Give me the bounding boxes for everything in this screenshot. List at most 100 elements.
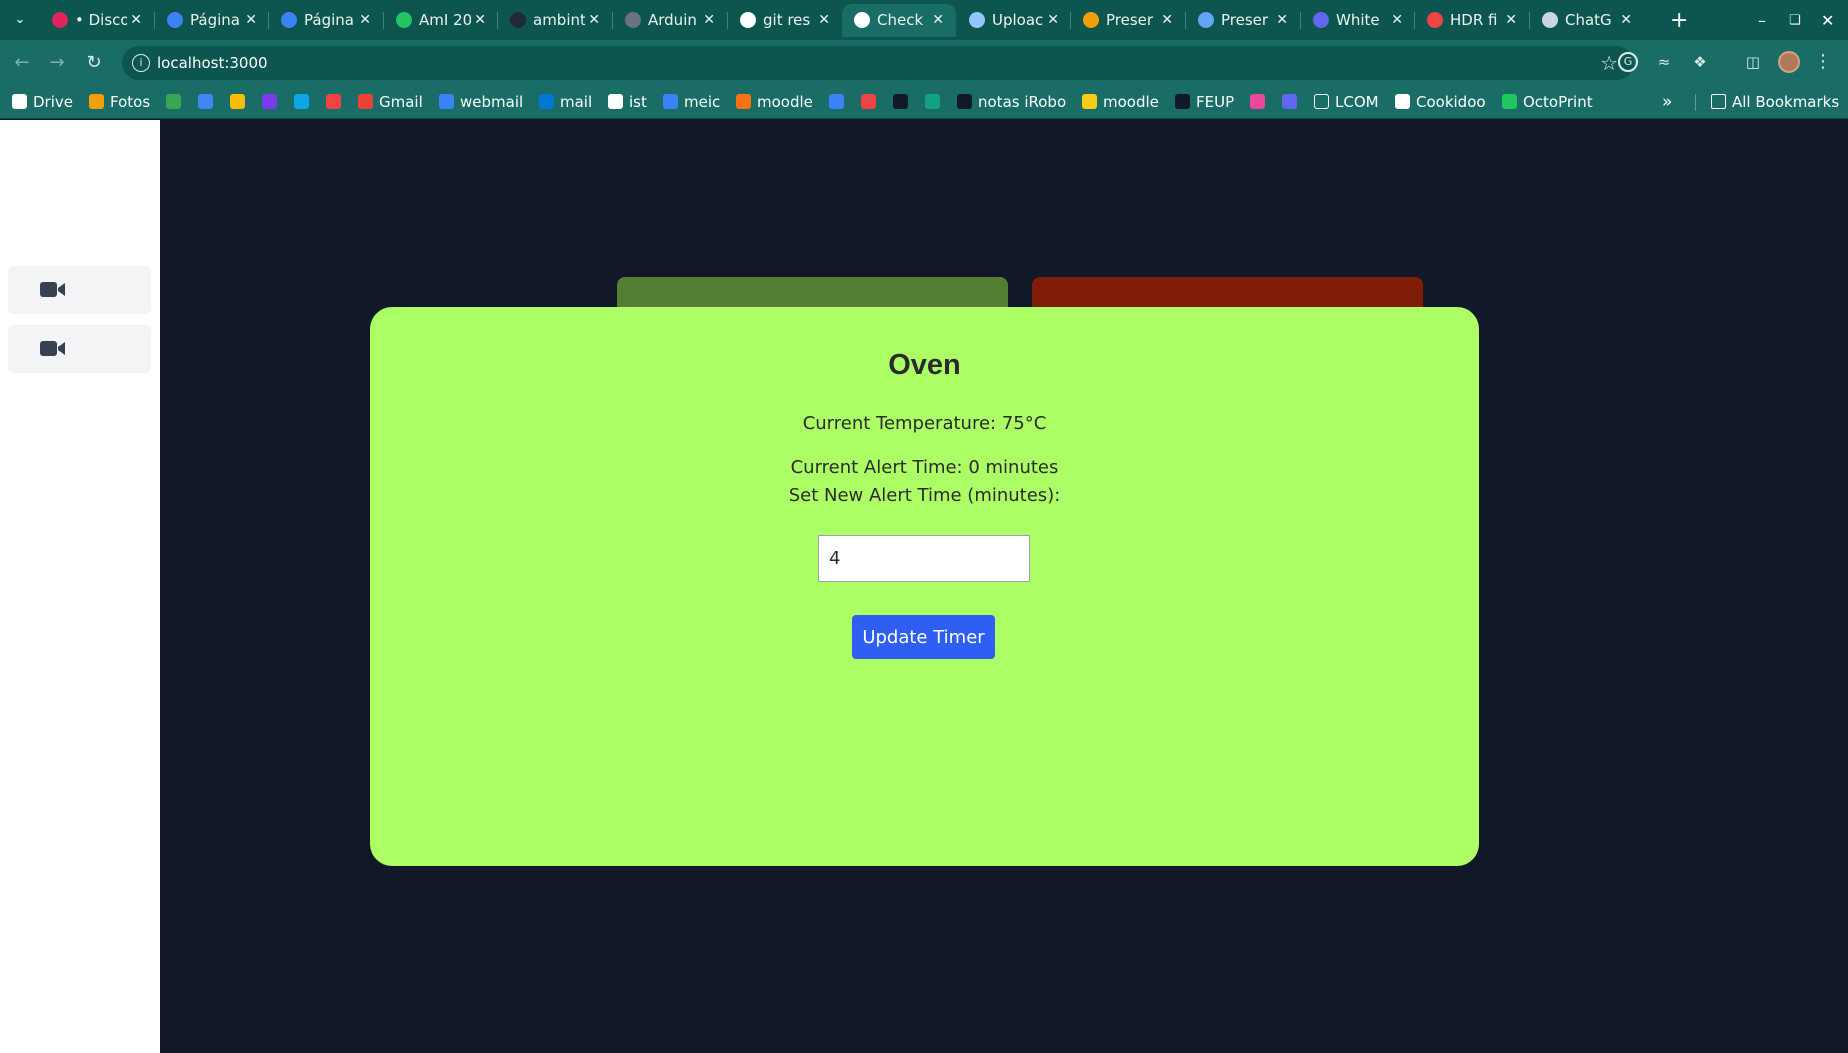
address-bar[interactable]: i localhost:3000 ☆ [122,46,1634,80]
browser-tab[interactable]: git res ✕ [728,4,842,37]
bookmark-favicon-icon [736,94,751,109]
bookmark-item[interactable]: meic [663,85,720,119]
close-tab-icon[interactable]: ✕ [932,4,944,37]
bookmark-item[interactable]: LCOM [1314,85,1379,119]
bookmark-item[interactable]: notas iRobo [957,85,1066,119]
url-text[interactable]: localhost:3000 [157,46,268,80]
close-tab-icon[interactable]: ✕ [1505,4,1517,37]
bookmark-item[interactable]: mail [539,85,592,119]
bookmark-item[interactable] [326,85,341,119]
bookmark-favicon-icon [957,94,972,109]
sidebar-camera-button-2[interactable] [8,325,151,373]
more-bookmarks-chevron-icon[interactable]: » [1662,85,1672,119]
side-panel-icon[interactable]: ◫ [1743,52,1763,72]
bookmark-item[interactable] [1250,85,1265,119]
bookmark-item[interactable]: Fotos [89,85,150,119]
bookmark-item[interactable] [925,85,940,119]
close-window-button[interactable]: ✕ [1821,4,1834,37]
bookmark-item[interactable]: moodle [736,85,813,119]
browser-tab[interactable]: Página ✕ [269,4,383,37]
bookmark-item[interactable] [198,85,213,119]
extension-wave-icon[interactable]: ≈ [1654,52,1674,72]
bookmark-item[interactable] [861,85,876,119]
reload-button[interactable]: ↻ [80,49,108,77]
tab-separator [383,12,384,29]
bookmark-favicon-icon [326,94,341,109]
close-tab-icon[interactable]: ✕ [245,4,257,37]
browser-tab[interactable]: ambint ✕ [498,4,612,37]
browser-tab[interactable]: White ✕ [1301,4,1415,37]
close-tab-icon[interactable]: ✕ [1161,4,1173,37]
site-info-icon[interactable]: i [132,54,150,72]
close-tab-icon[interactable]: ✕ [1620,4,1632,37]
tab-separator [497,12,498,29]
tab-separator [612,12,613,29]
browser-toolbar: ← → ↻ i localhost:3000 ☆ G ≈ ❖ ◫ ⋮ [0,40,1848,85]
close-tab-icon[interactable]: ✕ [1276,4,1288,37]
close-tab-icon[interactable]: ✕ [1047,4,1059,37]
bookmark-star-icon[interactable]: ☆ [1600,46,1618,80]
browser-tab[interactable]: ChatG ✕ [1530,4,1644,37]
close-tab-icon[interactable]: ✕ [474,4,486,37]
forward-button[interactable]: → [43,49,71,77]
tab-favicon-icon [396,12,412,28]
bookmark-favicon-icon [1175,94,1190,109]
browser-tab[interactable]: Arduin ✕ [613,4,727,37]
bookmark-item[interactable]: Gmail [358,85,423,119]
close-tab-icon[interactable]: ✕ [1391,4,1403,37]
tab-separator [1070,12,1071,29]
bookmark-item[interactable]: ist [608,85,647,119]
minimize-button[interactable]: – [1758,4,1766,37]
grammarly-extension-icon[interactable]: G [1618,52,1638,72]
bookmark-item[interactable]: webmail [439,85,523,119]
profile-avatar[interactable] [1778,51,1800,73]
browser-tab[interactable]: • Disco ✕ [40,4,154,37]
browser-tab[interactable]: Uploac ✕ [957,4,1071,37]
browser-tab[interactable]: AmI 20 ✕ [384,4,498,37]
bookmark-favicon-icon [166,94,181,109]
browser-tab[interactable]: Página ✕ [155,4,269,37]
alert-time-input[interactable] [818,535,1030,582]
bookmark-item[interactable]: Drive [12,85,73,119]
bookmark-item[interactable] [829,85,844,119]
bookmark-item[interactable]: FEUP [1175,85,1234,119]
browser-tab[interactable]: Preser ✕ [1071,4,1185,37]
bookmark-label: LCOM [1335,93,1379,111]
bookmark-item[interactable] [262,85,277,119]
bookmark-item[interactable] [1282,85,1297,119]
new-tab-button[interactable]: + [1670,4,1688,37]
bookmark-label: FEUP [1196,93,1235,111]
bookmark-item[interactable] [230,85,245,119]
back-button[interactable]: ← [8,49,36,77]
bookmark-item[interactable]: Cookidoo [1395,85,1486,119]
browser-tab[interactable]: HDR fi ✕ [1415,4,1529,37]
bookmark-label: Fotos [110,93,151,111]
bookmark-item[interactable] [166,85,181,119]
bookmark-item[interactable] [294,85,309,119]
tab-search-button[interactable]: ⌄ [7,8,33,32]
bookmark-item[interactable] [893,85,908,119]
browser-tab[interactable]: Preser ✕ [1186,4,1300,37]
bookmark-label: mail [560,93,593,111]
tab-separator [1414,12,1415,29]
bookmark-favicon-icon [1082,94,1097,109]
close-tab-icon[interactable]: ✕ [588,4,600,37]
tab-favicon-icon [281,12,297,28]
browser-menu-icon[interactable]: ⋮ [1813,52,1833,72]
close-tab-icon[interactable]: ✕ [818,4,830,37]
browser-tab[interactable]: Check ✕ [842,4,956,37]
bookmark-label: meic [684,93,721,111]
update-timer-button[interactable]: Update Timer [852,615,995,659]
restore-button[interactable]: ❏ [1789,4,1801,37]
bookmark-item[interactable]: moodle [1082,85,1159,119]
all-bookmarks-button[interactable]: All Bookmarks [1711,85,1839,119]
close-tab-icon[interactable]: ✕ [703,4,715,37]
tab-favicon-icon [167,12,183,28]
close-tab-icon[interactable]: ✕ [130,4,142,37]
bookmark-label: moodle [1103,93,1159,111]
close-tab-icon[interactable]: ✕ [359,4,371,37]
bookmark-item[interactable]: OctoPrint [1502,85,1593,119]
extensions-puzzle-icon[interactable]: ❖ [1690,52,1710,72]
bookmarks-bar: Drive Fotos Gmail webmail mail ist meic moodle n… [0,85,1848,119]
sidebar-camera-button-1[interactable] [8,266,151,314]
